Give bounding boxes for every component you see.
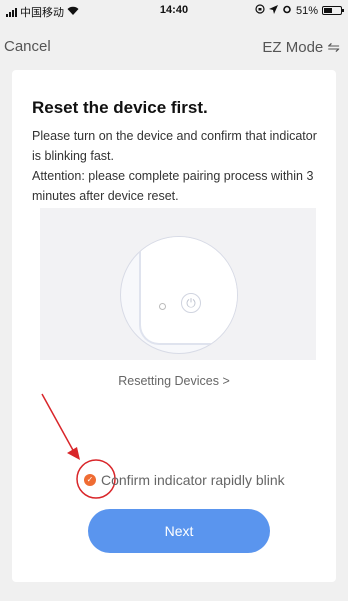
battery-icon [322, 6, 344, 15]
status-bar: 中国移动 14:40 51% [0, 0, 348, 20]
description-text: Please turn on the device and confirm th… [32, 129, 317, 163]
navigation-bar: Cancel EZ Mode ⇋ [0, 32, 348, 60]
device-zoom-circle: ⏻ [120, 236, 238, 354]
next-button[interactable]: Next [88, 509, 270, 553]
instructions: Please turn on the device and confirm th… [32, 126, 322, 206]
indicator-light [159, 303, 166, 310]
status-right: 51% [255, 4, 344, 17]
orientation-lock-icon [255, 4, 265, 17]
ez-mode-switch[interactable]: EZ Mode ⇋ [262, 38, 340, 56]
power-icon: ⏻ [181, 293, 201, 313]
resetting-devices-link[interactable]: Resetting Devices > [0, 374, 348, 388]
cancel-button[interactable]: Cancel [4, 38, 51, 55]
location-icon [268, 4, 278, 17]
battery-percent: 51% [295, 4, 318, 17]
page-title: Reset the device first. [32, 98, 208, 117]
device-illustration: ⏻ [40, 208, 316, 360]
attention-text: Attention: please complete pairing proce… [32, 169, 314, 203]
confirm-label: Confirm indicator rapidly blink [101, 472, 285, 488]
alarm-icon [282, 4, 292, 17]
confirm-row[interactable]: ✓ Confirm indicator rapidly blink [84, 471, 285, 489]
confirm-checkbox[interactable]: ✓ [84, 474, 96, 486]
device-outline: ⏻ [139, 237, 237, 345]
